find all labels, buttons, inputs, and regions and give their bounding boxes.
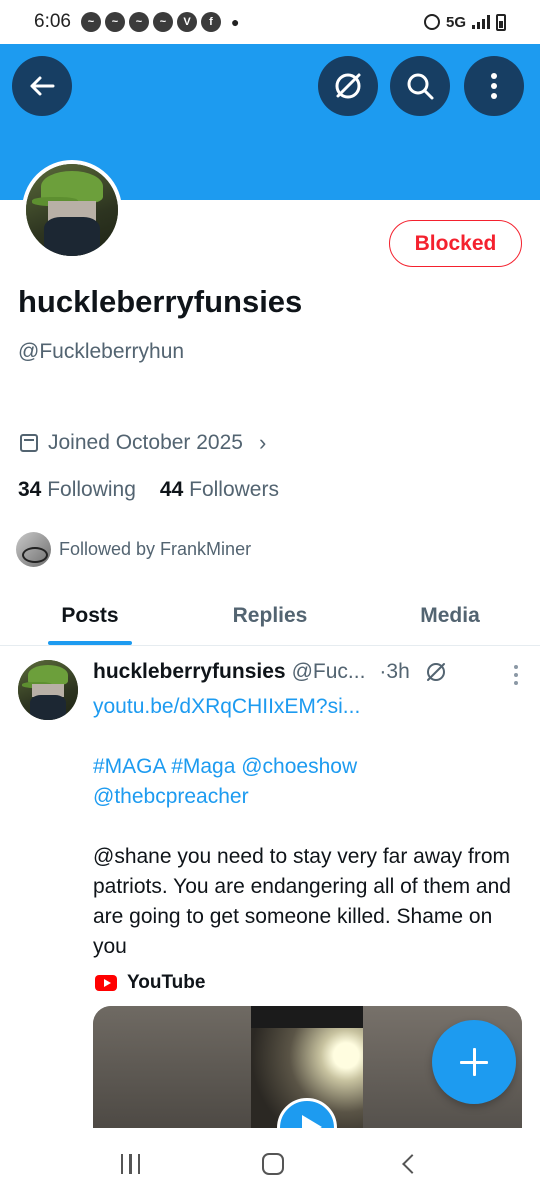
link-card-source: YouTube [95, 972, 205, 994]
home-icon[interactable] [261, 1153, 284, 1175]
alarm-icon [423, 14, 440, 30]
vector-v-icon: V [176, 12, 197, 32]
grok-button[interactable] [318, 56, 378, 116]
avatar-image [18, 660, 78, 720]
facebook-icon: f [200, 12, 221, 32]
profile-handle: @Fuckleberryhun [18, 340, 185, 363]
post-author-avatar[interactable] [18, 660, 78, 720]
tab-replies[interactable]: Replies [180, 586, 360, 645]
follow-stats: 34 Following 44 Followers [18, 478, 279, 502]
tab-media[interactable]: Media [360, 586, 540, 645]
blocked-button[interactable]: Blocked [389, 220, 522, 267]
following-count: 34 [18, 478, 42, 501]
notification-icons: ~ ~ ~ ~ V f ● [80, 12, 240, 32]
status-bar: 6:06 ~ ~ ~ ~ V f ● 5G [0, 0, 540, 44]
post-hashtags-line-1[interactable]: #MAGA #Maga @choeshow [93, 752, 513, 782]
more-notifications-dot-icon: ● [230, 14, 240, 30]
arrow-left-icon [30, 76, 55, 96]
messenger-icon: ~ [104, 12, 125, 32]
profile-avatar[interactable] [22, 160, 122, 260]
following-label: Following [47, 478, 136, 501]
messenger-icon: ~ [128, 12, 149, 32]
grok-icon[interactable] [424, 660, 448, 684]
search-button[interactable] [390, 56, 450, 116]
video-blur-left [93, 1006, 253, 1130]
followed-by-row[interactable]: Followed by FrankMiner [16, 532, 251, 567]
back-button[interactable] [12, 56, 72, 116]
post-header: huckleberryfunsies @Fuc... ·3h [93, 660, 523, 684]
joined-date-text: Joined October 2025 [48, 431, 243, 454]
post-text: @shane you need to stay very far away fr… [93, 845, 511, 958]
followed-by-text: Followed by FrankMiner [59, 539, 252, 559]
post-timestamp: ·3h [379, 660, 410, 683]
system-nav-bar [0, 1128, 540, 1200]
tab-posts[interactable]: Posts [0, 586, 180, 645]
post-author-name[interactable]: huckleberryfunsies [93, 660, 286, 684]
post-more-icon[interactable] [512, 664, 520, 691]
more-options-button[interactable] [464, 56, 524, 116]
profile-display-name: huckleberryfunsies [18, 284, 303, 319]
post-author-handle: @Fuc... [291, 660, 366, 683]
search-icon [407, 73, 434, 100]
plus-icon [460, 1048, 488, 1076]
grok-icon [335, 73, 361, 99]
calendar-icon [20, 434, 38, 452]
status-time: 6:06 [34, 11, 71, 32]
post-body: youtu.be/dXRqCHIIxEM?si... #MAGA #Maga @… [93, 692, 513, 962]
followers-label: Followers [189, 478, 279, 501]
back-nav-icon[interactable] [402, 1154, 423, 1174]
network-label: 5G [445, 13, 466, 31]
youtube-icon [95, 975, 117, 991]
battery-icon [496, 13, 506, 31]
post-link[interactable]: youtu.be/dXRqCHIIxEM?si... [93, 692, 513, 722]
link-card-source-label: YouTube [127, 972, 206, 993]
compose-button[interactable] [432, 1020, 516, 1104]
joined-date-row[interactable]: Joined October 2025 › [20, 430, 266, 456]
profile-tabs: Posts Replies Media [0, 586, 540, 646]
post-hashtags-line-2[interactable]: @thebcpreacher [93, 782, 513, 812]
chevron-right-icon: › [258, 430, 267, 455]
status-right: 5G [423, 0, 506, 44]
messenger-icon: ~ [152, 12, 173, 32]
followers-count: 44 [159, 478, 184, 501]
more-vertical-icon [491, 73, 497, 99]
followers-stat[interactable]: 44 Followers [160, 478, 279, 502]
signal-icon [472, 15, 490, 29]
messenger-icon: ~ [80, 12, 101, 32]
avatar-image [26, 164, 118, 256]
following-stat[interactable]: 34 Following [18, 478, 136, 502]
recents-icon[interactable] [120, 1154, 141, 1174]
follower-avatar [16, 532, 51, 567]
